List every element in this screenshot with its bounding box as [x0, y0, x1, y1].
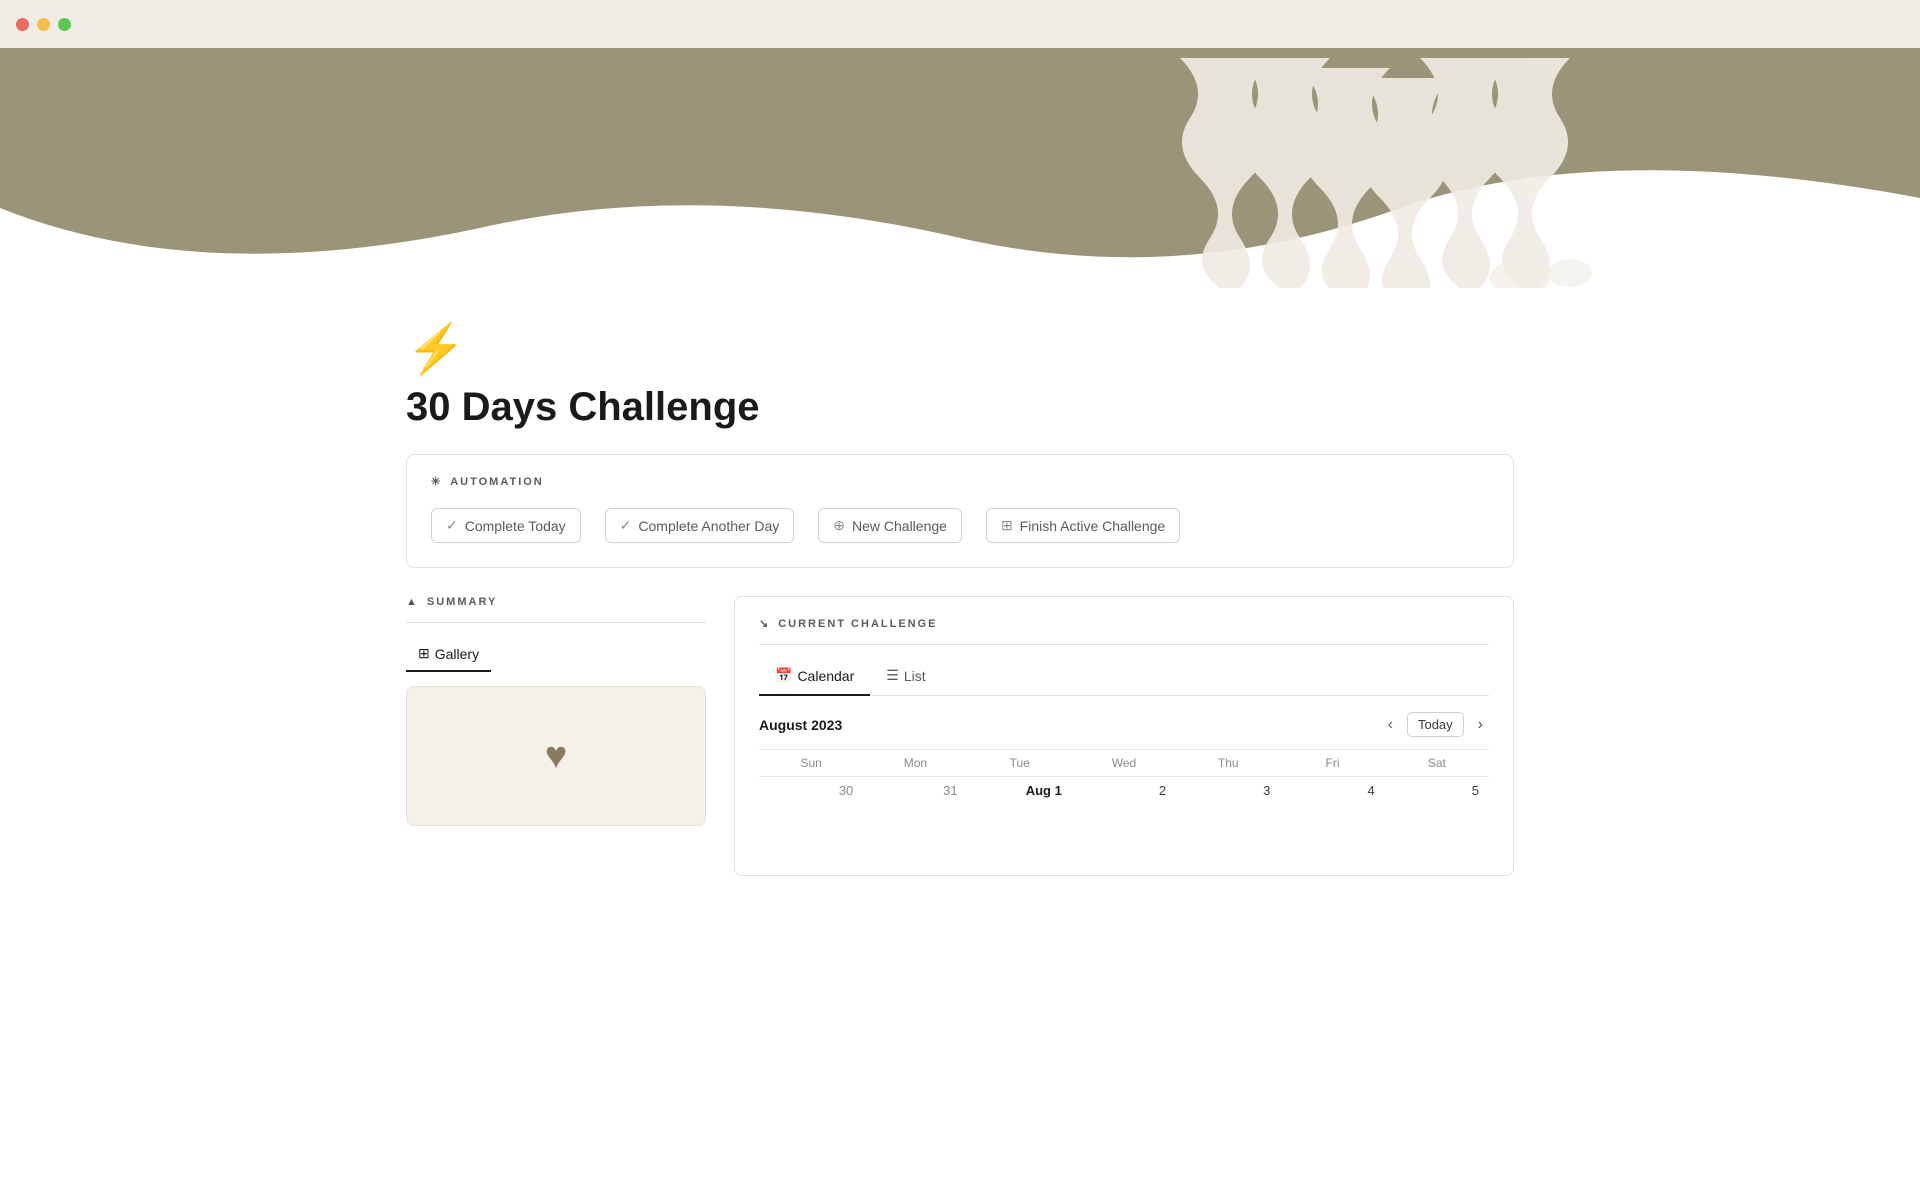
list-tab-icon: ☰ — [886, 667, 899, 684]
titlebar — [0, 0, 1920, 48]
complete-today-button[interactable]: ✓ Complete Today — [431, 508, 581, 543]
summary-label: SUMMARY — [427, 596, 497, 608]
challenge-label: CURRENT CHALLENGE — [778, 618, 937, 630]
traffic-light-green[interactable] — [58, 18, 71, 31]
calendar-nav: August 2023 ‹ Today › — [759, 712, 1489, 737]
calendar-cell: 30 — [759, 777, 863, 823]
complete-another-day-label: Complete Another Day — [638, 518, 779, 534]
calendar-today-button[interactable]: Today — [1407, 712, 1464, 737]
weekday-sat: Sat — [1385, 750, 1489, 777]
calendar-cell: 4 — [1280, 777, 1384, 823]
weekday-tue: Tue — [968, 750, 1072, 777]
gallery-heart-icon: ♥ — [545, 735, 568, 778]
new-challenge-label: New Challenge — [852, 518, 947, 534]
gallery-tab-icon: ⊞ — [418, 645, 430, 662]
automation-label: AUTOMATION — [450, 476, 544, 488]
weekday-wed: Wed — [1072, 750, 1176, 777]
summary-tab-bar: ⊞ Gallery — [406, 639, 706, 672]
calendar-cell: 2 — [1072, 777, 1176, 823]
calendar-nav-right: ‹ Today › — [1382, 712, 1489, 737]
new-challenge-button[interactable]: ⊕ New Challenge — [818, 508, 962, 543]
calendar-prev-button[interactable]: ‹ — [1382, 714, 1399, 736]
gallery-tab-label: Gallery — [435, 646, 479, 662]
traffic-light-red[interactable] — [16, 18, 29, 31]
challenge-header: ↘ CURRENT CHALLENGE — [759, 617, 1489, 645]
finish-active-challenge-button[interactable]: ⊞ Finish Active Challenge — [986, 508, 1180, 543]
complete-another-day-button[interactable]: ✓ Complete Another Day — [605, 508, 795, 543]
traffic-light-yellow[interactable] — [37, 18, 50, 31]
current-challenge-panel: ↘ CURRENT CHALLENGE 📅 Calendar ☰ List Au… — [734, 596, 1514, 876]
automation-header: ✳ AUTOMATION — [431, 475, 1489, 488]
weekday-thu: Thu — [1176, 750, 1280, 777]
complete-today-label: Complete Today — [465, 518, 566, 534]
new-challenge-icon: ⊕ — [833, 517, 845, 534]
hero-banner — [0, 48, 1920, 288]
calendar-cell: 3 — [1176, 777, 1280, 823]
list-tab-label: List — [904, 668, 926, 684]
page-icon: ⚡ — [406, 320, 1514, 377]
calendar-tab-label: Calendar — [797, 668, 854, 684]
page-title: 30 Days Challenge — [406, 385, 1514, 430]
summary-panel: ▲ SUMMARY ⊞ Gallery ♥ — [406, 596, 706, 826]
weekday-mon: Mon — [863, 750, 967, 777]
bottom-row: ▲ SUMMARY ⊞ Gallery ♥ ↘ CURRENT CHALLENG… — [406, 596, 1514, 876]
challenge-icon: ↘ — [759, 617, 770, 630]
calendar-next-button[interactable]: › — [1472, 714, 1489, 736]
finish-active-challenge-icon: ⊞ — [1001, 517, 1013, 534]
complete-today-icon: ✓ — [446, 517, 458, 534]
calendar-tab-icon: 📅 — [775, 667, 792, 684]
automation-block: ✳ AUTOMATION ✓ Complete Today ✓ Complete… — [406, 454, 1514, 568]
complete-another-day-icon: ✓ — [620, 517, 632, 534]
calendar-cell: 31 — [863, 777, 967, 823]
calendar-cell-today: Aug 1 — [968, 777, 1072, 823]
calendar-cell: 5 — [1385, 777, 1489, 823]
automation-buttons: ✓ Complete Today ✓ Complete Another Day … — [431, 508, 1489, 543]
automation-icon: ✳ — [431, 475, 442, 488]
tab-list[interactable]: ☰ List — [870, 661, 941, 696]
calendar-grid: Sun Mon Tue Wed Thu Fri Sat 30 31 Aug 1 — [759, 749, 1489, 822]
weekday-fri: Fri — [1280, 750, 1384, 777]
table-row: 30 31 Aug 1 2 3 4 5 — [759, 777, 1489, 823]
tab-calendar[interactable]: 📅 Calendar — [759, 661, 870, 696]
calendar-month-label: August 2023 — [759, 717, 842, 733]
weekday-sun: Sun — [759, 750, 863, 777]
summary-icon: ▲ — [406, 596, 419, 608]
challenge-tab-bar: 📅 Calendar ☰ List — [759, 661, 1489, 696]
tab-gallery[interactable]: ⊞ Gallery — [406, 639, 491, 672]
finish-active-challenge-label: Finish Active Challenge — [1020, 518, 1166, 534]
page-content: ⚡ 30 Days Challenge ✳ AUTOMATION ✓ Compl… — [310, 288, 1610, 916]
gallery-card: ♥ — [406, 686, 706, 826]
summary-header: ▲ SUMMARY — [406, 596, 706, 623]
